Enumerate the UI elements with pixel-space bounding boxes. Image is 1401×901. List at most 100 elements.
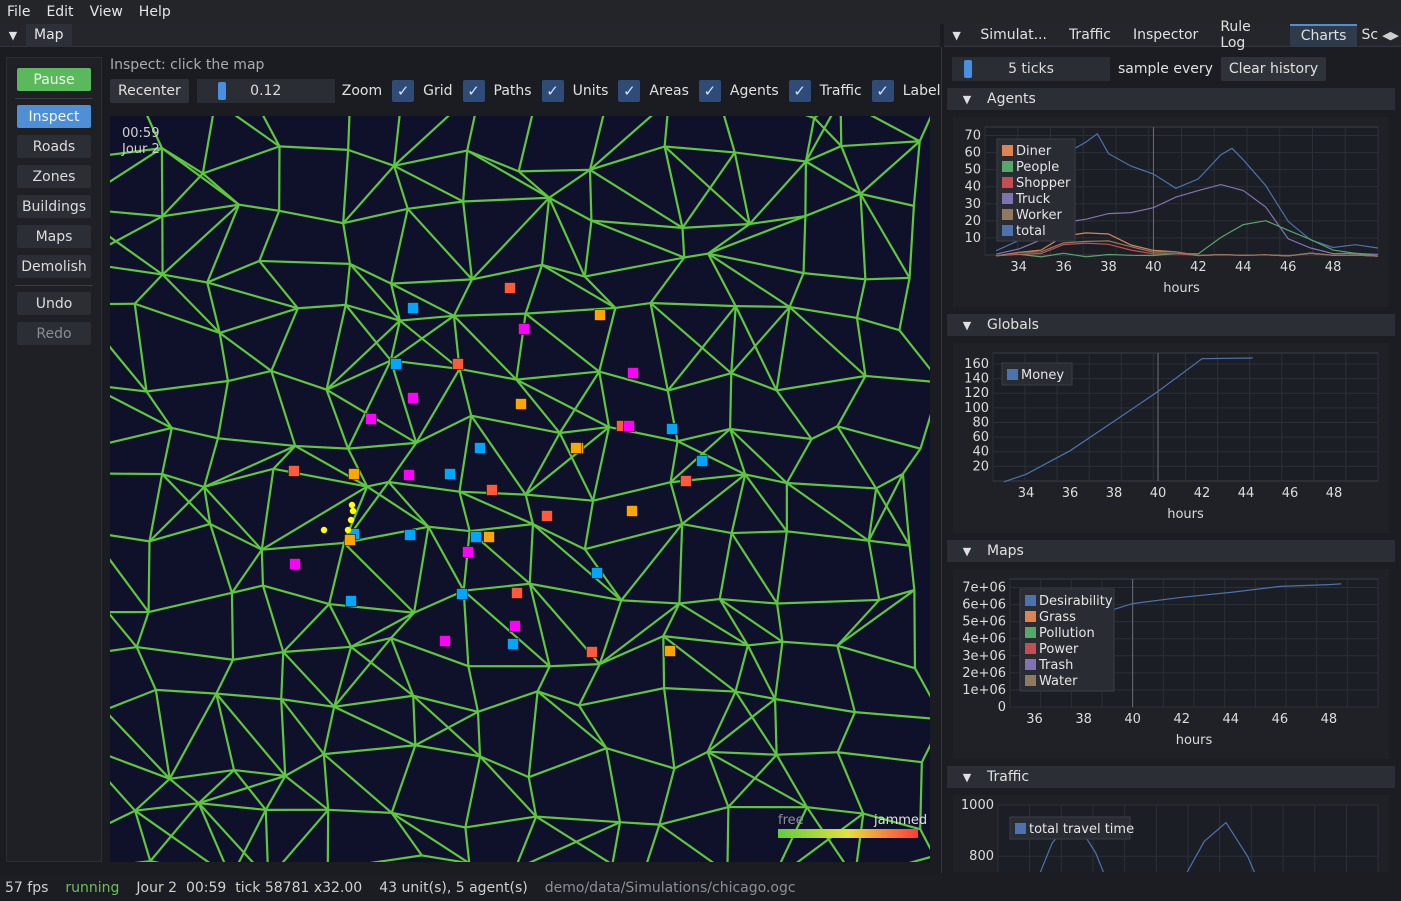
unit-marker[interactable] xyxy=(483,531,495,543)
tab-simulation[interactable]: Simulat... xyxy=(969,24,1058,47)
agent-dot[interactable] xyxy=(347,516,355,524)
unit-marker[interactable] xyxy=(504,282,516,294)
demolish-tool-button[interactable]: Demolish xyxy=(17,255,91,278)
collapse-triangle-icon[interactable]: ▼ xyxy=(947,545,987,558)
unit-marker[interactable] xyxy=(570,442,582,454)
unit-marker[interactable] xyxy=(511,587,523,599)
areas-checkbox[interactable]: ✓ Areas xyxy=(618,80,689,102)
zones-tool-button[interactable]: Zones xyxy=(17,165,91,188)
unit-marker[interactable] xyxy=(407,392,419,404)
map-canvas[interactable]: 00:59 Jour 2 free jammed xyxy=(110,116,930,862)
road-segment xyxy=(133,273,164,305)
unit-marker[interactable] xyxy=(403,469,415,481)
unit-marker[interactable] xyxy=(666,423,678,435)
unit-marker[interactable] xyxy=(696,455,708,467)
unit-marker[interactable] xyxy=(680,475,692,487)
check-icon[interactable]: ✓ xyxy=(871,80,894,102)
agents-checkbox[interactable]: ✓ Agents xyxy=(698,80,779,102)
unit-marker[interactable] xyxy=(348,468,360,480)
road-segment xyxy=(773,641,784,700)
unit-marker[interactable] xyxy=(456,588,468,600)
unit-marker[interactable] xyxy=(390,358,402,370)
unit-marker[interactable] xyxy=(486,484,498,496)
maps-tool-button[interactable]: Maps xyxy=(17,225,91,248)
unit-marker[interactable] xyxy=(594,309,606,321)
check-icon[interactable]: ✓ xyxy=(788,80,811,102)
unit-marker[interactable] xyxy=(627,367,639,379)
units-checkbox[interactable]: ✓ Units xyxy=(541,80,608,102)
menu-edit[interactable]: Edit xyxy=(46,4,73,20)
unit-marker[interactable] xyxy=(515,398,527,410)
tab-traffic[interactable]: Traffic xyxy=(1058,24,1122,47)
agent-dot[interactable] xyxy=(348,501,356,509)
agent-dot[interactable] xyxy=(320,526,328,534)
unit-marker[interactable] xyxy=(444,468,456,480)
grid-checkbox[interactable]: ✓ Grid xyxy=(392,80,453,102)
slider-grab[interactable] xyxy=(217,82,226,100)
unit-marker[interactable] xyxy=(623,420,635,432)
tab-charts[interactable]: Charts xyxy=(1289,23,1358,47)
menu-view[interactable]: View xyxy=(90,4,123,20)
recenter-button[interactable]: Recenter xyxy=(110,79,189,103)
collapse-triangle-icon[interactable]: ▼ xyxy=(947,319,987,332)
collapse-triangle-icon[interactable]: ▼ xyxy=(944,24,969,47)
paths-checkbox[interactable]: ✓ Paths xyxy=(462,80,532,102)
buildings-tool-button[interactable]: Buildings xyxy=(17,195,91,218)
section-title: Maps xyxy=(987,543,1024,559)
unit-marker[interactable] xyxy=(474,442,486,454)
unit-marker[interactable] xyxy=(452,358,464,370)
undo-button[interactable]: Undo xyxy=(17,292,91,315)
tab-rule-log[interactable]: Rule Log xyxy=(1209,19,1289,51)
tab-inspector[interactable]: Inspector xyxy=(1122,24,1209,47)
unit-marker[interactable] xyxy=(626,505,638,517)
unit-marker[interactable] xyxy=(591,567,603,579)
unit-marker[interactable] xyxy=(407,302,419,314)
unit-marker[interactable] xyxy=(288,465,300,477)
road-segment xyxy=(282,603,330,653)
unit-marker[interactable] xyxy=(507,638,519,650)
pause-button[interactable]: Pause xyxy=(17,68,91,91)
unit-marker[interactable] xyxy=(345,595,357,607)
unit-marker[interactable] xyxy=(289,558,301,570)
collapse-triangle-icon[interactable]: ▼ xyxy=(0,24,26,47)
tab-sc[interactable]: Sc xyxy=(1357,24,1382,47)
agent-dot[interactable] xyxy=(344,526,352,534)
traffic-checkbox[interactable]: ✓ Traffic xyxy=(788,80,862,102)
inspect-tool-button[interactable]: Inspect xyxy=(17,105,91,128)
collapse-triangle-icon[interactable]: ▼ xyxy=(947,771,987,784)
road-segment xyxy=(390,637,469,668)
check-icon[interactable]: ✓ xyxy=(698,80,721,102)
unit-marker[interactable] xyxy=(470,531,482,543)
ticks-slider[interactable]: 5 ticks xyxy=(952,57,1110,81)
collapse-triangle-icon[interactable]: ▼ xyxy=(947,93,987,106)
labels-checkbox[interactable]: ✓ Labels xyxy=(871,80,948,102)
menu-help[interactable]: Help xyxy=(139,4,171,20)
check-icon[interactable]: ✓ xyxy=(618,80,641,102)
tab-scroll-arrows-icon[interactable]: ◀▶ xyxy=(1382,29,1401,42)
unit-marker[interactable] xyxy=(365,413,377,425)
unit-marker[interactable] xyxy=(462,546,474,558)
unit-marker[interactable] xyxy=(586,646,598,658)
road-network[interactable] xyxy=(110,116,930,862)
agent-dot[interactable] xyxy=(349,507,357,515)
slider-grab[interactable] xyxy=(964,60,972,78)
check-icon[interactable]: ✓ xyxy=(462,80,485,102)
unit-marker[interactable] xyxy=(509,620,521,632)
unit-marker[interactable] xyxy=(344,534,356,546)
unit-marker[interactable] xyxy=(664,645,676,657)
section-maps[interactable]: ▼ Maps xyxy=(947,540,1395,562)
section-traffic[interactable]: ▼ Traffic xyxy=(947,766,1395,788)
unit-marker[interactable] xyxy=(518,323,530,335)
zoom-slider[interactable]: 0.12 xyxy=(196,79,335,103)
unit-marker[interactable] xyxy=(439,635,451,647)
section-agents[interactable]: ▼ Agents xyxy=(947,88,1395,110)
check-icon[interactable]: ✓ xyxy=(541,80,564,102)
check-icon[interactable]: ✓ xyxy=(392,80,415,102)
map-window-title[interactable]: Map xyxy=(26,23,72,47)
section-globals[interactable]: ▼ Globals xyxy=(947,314,1395,336)
menu-file[interactable]: File xyxy=(7,4,30,20)
clear-history-button[interactable]: Clear history xyxy=(1220,57,1327,81)
unit-marker[interactable] xyxy=(404,529,416,541)
unit-marker[interactable] xyxy=(541,510,553,522)
roads-tool-button[interactable]: Roads xyxy=(17,135,91,158)
